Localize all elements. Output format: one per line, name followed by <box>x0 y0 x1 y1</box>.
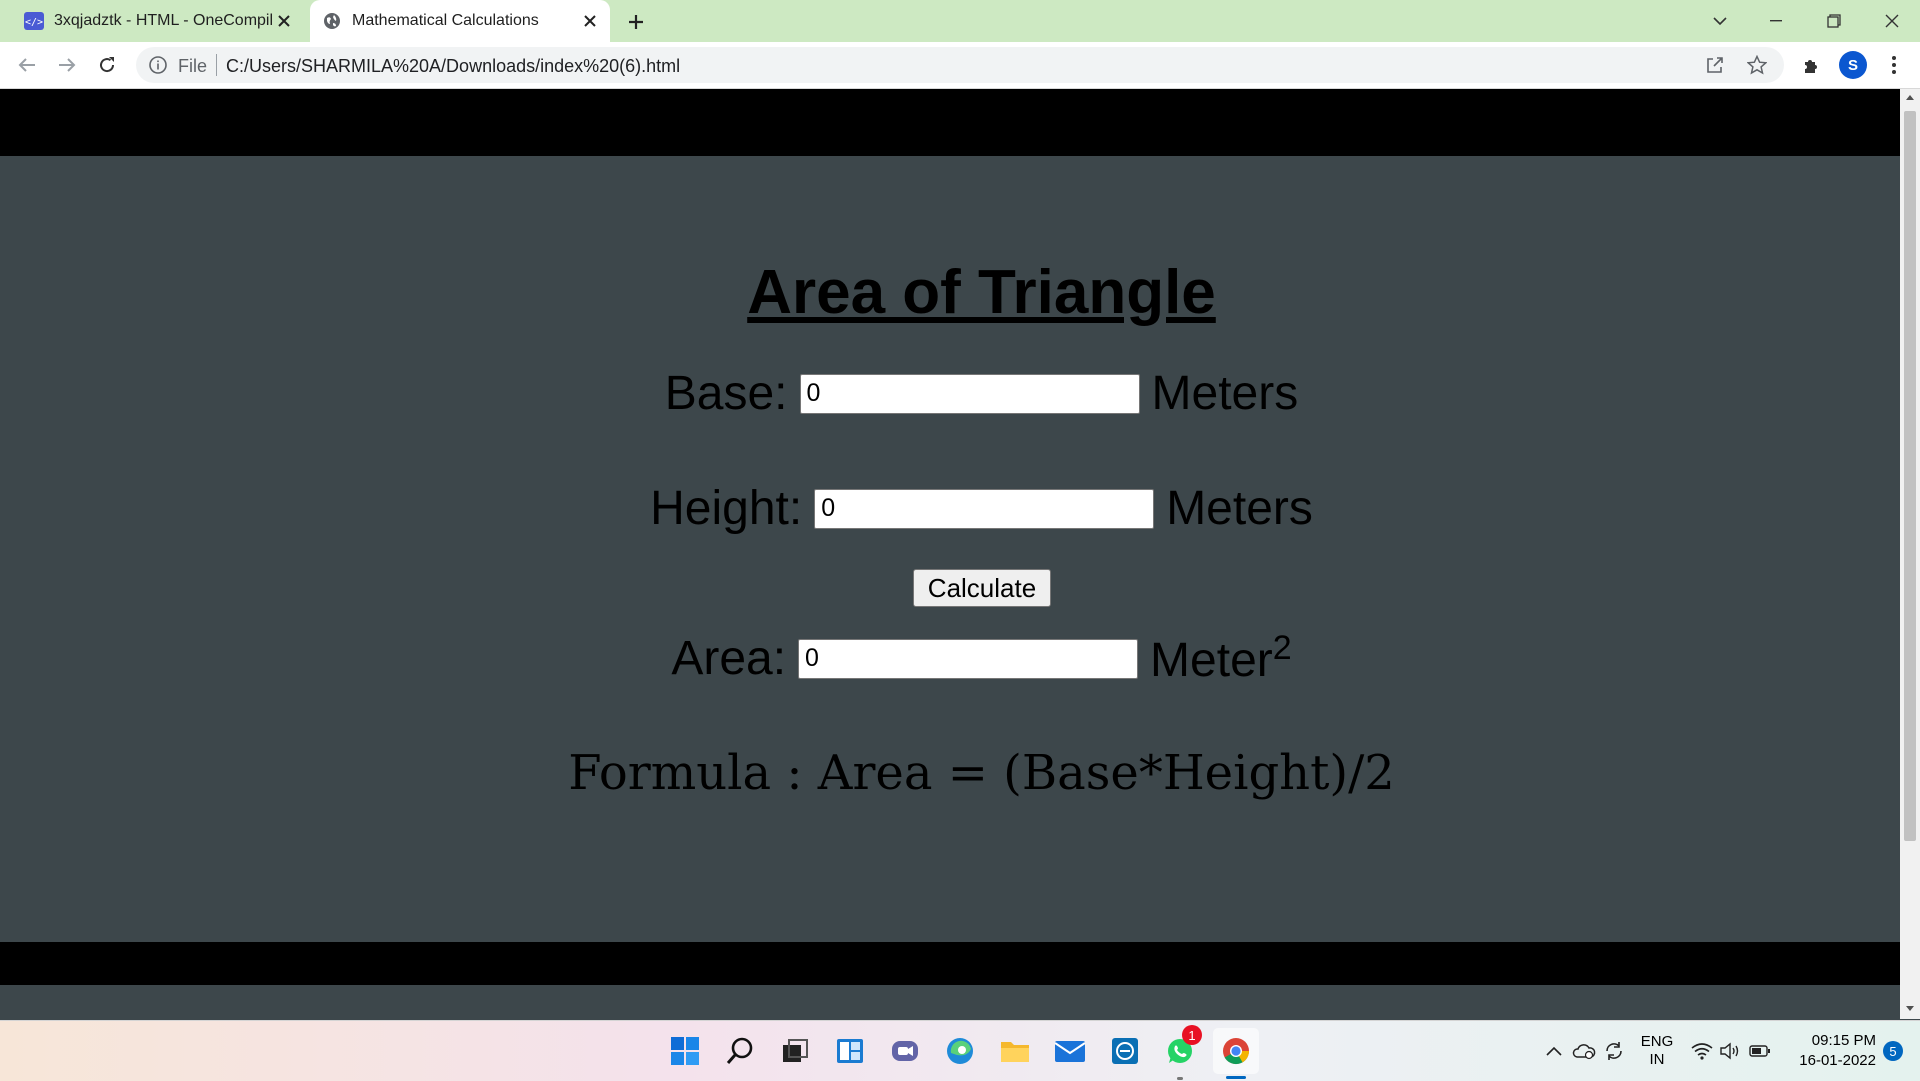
area-label: Area: <box>671 632 787 685</box>
address-bar[interactable]: File C:/Users/SHARMILA%20A/Downloads/ind… <box>136 47 1784 83</box>
url-text[interactable]: C:/Users/SHARMILA%20A/Downloads/index%20… <box>226 56 680 77</box>
footer-band <box>0 942 1900 985</box>
info-icon[interactable] <box>148 55 168 75</box>
tab-label: Mathematical Calculations <box>352 12 539 29</box>
volume-icon[interactable] <box>1716 1021 1744 1081</box>
file-explorer-icon[interactable] <box>995 1031 1035 1071</box>
chevron-down-icon <box>1713 17 1727 26</box>
minimize-icon <box>1770 20 1782 22</box>
arrow-left-icon <box>18 58 35 72</box>
tray-overflow-icon[interactable] <box>1540 1021 1568 1081</box>
region-code: IN <box>1649 1051 1665 1068</box>
clock[interactable]: 09:15 PM 16-01-2022 <box>1786 1021 1876 1081</box>
page-viewport: Area of Triangle Base: Meters Height: Me… <box>0 89 1900 1019</box>
minimize-button[interactable] <box>1748 0 1804 42</box>
formula-text: Formula : Area = (Base*Height)/2 <box>568 745 1395 801</box>
language-code: ENG <box>1640 1033 1674 1050</box>
share-icon[interactable] <box>1704 54 1726 76</box>
svg-text:</>: </> <box>25 17 43 28</box>
windows-taskbar: 1 ENG IN 09:15 PM 16-01-2022 5 <box>0 1020 1920 1081</box>
height-label: Height: <box>650 482 803 535</box>
search-icon[interactable] <box>720 1031 760 1071</box>
task-view-icon[interactable] <box>775 1031 815 1071</box>
area-row: Area: Meter2 <box>0 629 1900 688</box>
tab-search-button[interactable] <box>1692 0 1748 42</box>
clock-time: 09:15 PM <box>1811 1032 1876 1049</box>
url-separator <box>216 54 217 76</box>
mail-icon[interactable] <box>1050 1031 1090 1071</box>
profile-avatar[interactable]: S <box>1839 51 1867 79</box>
globe-icon <box>322 11 342 31</box>
tab-mathematical-calculations[interactable]: Mathematical Calculations <box>310 0 610 42</box>
wifi-icon[interactable] <box>1688 1021 1716 1081</box>
extensions-icon[interactable] <box>1798 51 1826 79</box>
notification-center[interactable]: 5 <box>1876 1021 1910 1081</box>
area-unit: Meter2 <box>1150 629 1292 688</box>
area-unit-text: Meter <box>1150 634 1273 687</box>
vertical-scrollbar[interactable] <box>1900 89 1920 1019</box>
scroll-up-icon <box>1906 95 1914 100</box>
base-unit: Meters <box>1151 367 1299 420</box>
page-title: Area of Triangle <box>747 258 1216 327</box>
base-row: Base: Meters <box>0 366 1900 421</box>
whatsapp-icon[interactable]: 1 <box>1160 1025 1202 1080</box>
dell-app-icon[interactable] <box>1105 1031 1145 1071</box>
reload-icon <box>100 57 115 73</box>
language-indicator[interactable]: ENG IN <box>1634 1021 1680 1081</box>
browser-toolbar: File C:/Users/SHARMILA%20A/Downloads/ind… <box>0 42 1920 89</box>
tab-strip: </> 3xqjadztk - HTML - OneCompiler Mathe… <box>0 0 1920 42</box>
chrome-icon[interactable] <box>1213 1028 1259 1079</box>
battery-icon[interactable] <box>1746 1021 1774 1081</box>
close-icon[interactable] <box>272 9 296 33</box>
height-row: Height: Meters <box>0 481 1900 536</box>
new-tab-button[interactable] <box>622 8 650 36</box>
url-scheme-label: File <box>178 56 208 76</box>
window-close-button[interactable] <box>1864 0 1920 42</box>
notification-count-badge: 5 <box>1883 1041 1903 1061</box>
notification-badge: 1 <box>1182 1025 1202 1045</box>
calculate-button[interactable]: Calculate <box>913 569 1051 607</box>
restore-icon <box>1827 14 1841 28</box>
active-indicator <box>1226 1076 1246 1079</box>
sync-icon[interactable] <box>1600 1021 1628 1081</box>
tab-onecompiler[interactable]: </> 3xqjadztk - HTML - OneCompiler <box>12 0 304 42</box>
code-icon: </> <box>24 11 44 31</box>
tab-label: 3xqjadztk - HTML - OneCompiler <box>54 12 272 29</box>
height-unit: Meters <box>1166 482 1313 535</box>
base-input[interactable] <box>799 373 1140 414</box>
scroll-down-icon <box>1906 1006 1914 1011</box>
clock-date: 16-01-2022 <box>1799 1052 1876 1069</box>
menu-kebab-icon[interactable] <box>1880 51 1908 79</box>
base-label: Base: <box>664 367 788 420</box>
forward-button[interactable] <box>52 50 82 80</box>
widgets-icon[interactable] <box>830 1031 870 1071</box>
onedrive-icon[interactable] <box>1570 1021 1598 1081</box>
restore-button[interactable] <box>1806 0 1862 42</box>
header-band <box>0 89 1900 156</box>
area-output[interactable] <box>798 638 1139 679</box>
plus-icon <box>629 15 643 29</box>
start-icon[interactable] <box>665 1031 705 1071</box>
scrollbar-thumb[interactable] <box>1904 111 1916 841</box>
area-unit-superscript: 2 <box>1272 629 1292 667</box>
reload-button[interactable] <box>92 50 122 80</box>
close-icon <box>1885 14 1899 28</box>
back-button[interactable] <box>12 50 42 80</box>
arrow-right-icon <box>59 58 76 72</box>
edge-icon[interactable] <box>940 1031 980 1071</box>
height-input[interactable] <box>814 488 1155 529</box>
teams-chat-icon[interactable] <box>885 1031 925 1071</box>
close-icon[interactable] <box>578 9 602 33</box>
bookmark-star-icon[interactable] <box>1746 54 1768 76</box>
